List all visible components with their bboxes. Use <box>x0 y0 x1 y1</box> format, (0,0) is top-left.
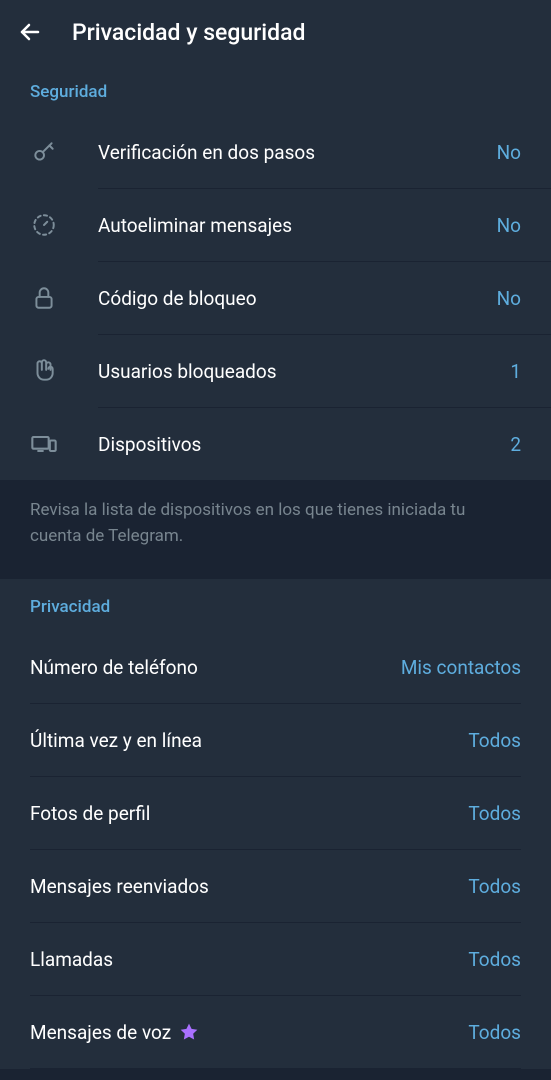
voice-messages-row[interactable]: Mensajes de voz Todos <box>0 996 551 1068</box>
calls-value: Todos <box>468 948 521 971</box>
arrow-left-icon <box>18 20 42 44</box>
timer-icon <box>30 211 58 239</box>
passcode-lock-label: Código de bloqueo <box>98 287 497 310</box>
phone-number-value: Mis contactos <box>401 656 521 679</box>
voice-messages-value: Todos <box>468 1021 521 1044</box>
auto-delete-messages-label: Autoeliminar mensajes <box>98 214 497 237</box>
devices-icon <box>30 430 58 458</box>
star-icon <box>179 1022 199 1042</box>
header-bar: Privacidad y seguridad <box>0 0 551 64</box>
last-seen-label: Última vez y en línea <box>30 729 468 752</box>
hand-icon <box>30 357 58 385</box>
blocked-users-value: 1 <box>510 360 521 383</box>
security-section: Seguridad Verificación en dos pasos No A… <box>0 64 551 480</box>
phone-number-row[interactable]: Número de teléfono Mis contactos <box>0 631 551 703</box>
forwarded-messages-label: Mensajes reenviados <box>30 875 468 898</box>
divider <box>30 1068 521 1069</box>
passcode-lock-row[interactable]: Código de bloqueo No <box>0 262 551 334</box>
forwarded-messages-value: Todos <box>468 875 521 898</box>
auto-delete-messages-value: No <box>497 214 521 237</box>
profile-photos-row[interactable]: Fotos de perfil Todos <box>0 777 551 849</box>
blocked-users-row[interactable]: Usuarios bloqueados 1 <box>0 335 551 407</box>
two-step-verification-label: Verificación en dos pasos <box>98 141 497 164</box>
lock-icon <box>30 284 58 312</box>
voice-messages-label-container: Mensajes de voz <box>30 1021 199 1044</box>
back-button[interactable] <box>16 18 44 46</box>
last-seen-value: Todos <box>468 729 521 752</box>
devices-hint: Revisa la lista de dispositivos en los q… <box>0 480 551 567</box>
two-step-verification-row[interactable]: Verificación en dos pasos No <box>0 116 551 188</box>
forwarded-messages-row[interactable]: Mensajes reenviados Todos <box>0 850 551 922</box>
privacy-section: Privacidad Número de teléfono Mis contac… <box>0 579 551 1069</box>
calls-row[interactable]: Llamadas Todos <box>0 923 551 995</box>
privacy-header: Privacidad <box>0 579 551 631</box>
auto-delete-messages-row[interactable]: Autoeliminar mensajes No <box>0 189 551 261</box>
security-header: Seguridad <box>0 64 551 116</box>
page-title: Privacidad y seguridad <box>72 19 306 46</box>
last-seen-row[interactable]: Última vez y en línea Todos <box>0 704 551 776</box>
profile-photos-value: Todos <box>468 802 521 825</box>
devices-label: Dispositivos <box>98 433 510 456</box>
blocked-users-label: Usuarios bloqueados <box>98 360 510 383</box>
section-spacer <box>0 567 551 579</box>
calls-label: Llamadas <box>30 948 468 971</box>
profile-photos-label: Fotos de perfil <box>30 802 468 825</box>
two-step-verification-value: No <box>497 141 521 164</box>
devices-row[interactable]: Dispositivos 2 <box>0 408 551 480</box>
key-icon <box>30 138 58 166</box>
voice-messages-label: Mensajes de voz <box>30 1021 171 1044</box>
devices-value: 2 <box>510 433 521 456</box>
phone-number-label: Número de teléfono <box>30 656 401 679</box>
passcode-lock-value: No <box>497 287 521 310</box>
